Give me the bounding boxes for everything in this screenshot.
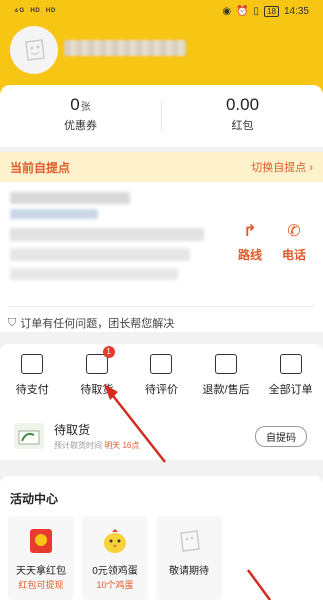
pickup-address-blurred — [10, 248, 190, 261]
tab-all-orders[interactable]: 全部订单 — [258, 354, 323, 397]
pickup-address-card: ↱ 路线 ✆ 电话 ⛉ 订单有任何问题，团长帮您解决 — [0, 182, 323, 332]
order-tabs: 待支付 1 待取货 待评价 退款/售后 全部订单 — [0, 344, 323, 397]
activity-free-eggs[interactable]: 0元领鸡蛋 10个鸡蛋 — [82, 516, 148, 600]
coupon-summary[interactable]: 0张 优惠券 — [0, 85, 161, 147]
tab-pending-review[interactable]: 待评价 — [129, 354, 194, 397]
pickup-point-bar: 当前自提点 切换自提点 › — [0, 152, 323, 182]
service-notice: ⛉ 订单有任何问题，团长帮您解决 — [8, 306, 315, 331]
clock-time: 14:35 — [283, 6, 309, 17]
activity-redpacket[interactable]: 天天拿红包 红包可提现 — [8, 516, 74, 600]
avatar-placeholder-icon — [25, 39, 45, 61]
orders-panel: 待支付 1 待取货 待评价 退款/售后 全部订单 待取货 预计取货时间 明天 1… — [0, 344, 323, 460]
current-pickup-title: 当前自提点 — [10, 160, 71, 175]
battery-icon: 18 — [264, 6, 279, 17]
activity-list: 天天拿红包 红包可提现 0元领鸡蛋 10个鸡蛋 敬请期待 — [8, 516, 222, 600]
pending-title: 待取货 — [54, 423, 91, 437]
redpacket-amount: 0.00 — [225, 95, 260, 114]
signal-indicators: ⁴ᴳ ᴴᴰ ᴴᴰ — [14, 6, 57, 16]
redpacket-summary[interactable]: 0.00 红包 — [162, 85, 323, 147]
activity-title: 活动中心 — [10, 492, 59, 506]
alarm-icon: ⏰ — [236, 6, 249, 17]
redpacket-icon — [24, 526, 58, 556]
refund-icon — [215, 354, 238, 374]
pickup-name-blurred — [10, 192, 130, 204]
pickup-address-blurred — [10, 228, 204, 241]
pickup-address-blurred — [10, 268, 178, 280]
route-arrow-icon: ↱ — [243, 223, 257, 240]
wallet-icon — [21, 354, 44, 374]
tab-pending-payment[interactable]: 待支付 — [0, 354, 65, 397]
chevron-right-icon: › — [309, 162, 313, 174]
box-icon — [85, 354, 108, 374]
status-right: ◉ ⏰ ▯ 18 14:35 — [222, 6, 309, 17]
chick-icon — [98, 526, 132, 556]
wallet-summary: 0张 优惠券 0.00 红包 — [0, 85, 323, 147]
activity-center: 活动中心 天天拿红包 红包可提现 0元领鸡蛋 10个鸡蛋 敬请期待 — [0, 476, 323, 600]
mute-icon: ▯ — [253, 6, 260, 17]
activity-coming-soon: 敬请期待 — [156, 516, 222, 600]
tab-pending-pickup[interactable]: 1 待取货 — [65, 346, 130, 397]
phone-icon: ✆ — [287, 223, 301, 240]
coupon-label: 优惠券 — [64, 120, 97, 132]
avatar[interactable] — [10, 26, 58, 74]
pickup-contact-blurred — [10, 209, 98, 219]
tab-refund[interactable]: 退款/售后 — [194, 354, 259, 397]
pending-pickup-card[interactable]: 待取货 预计取货时间 明天 16点 自提码 — [8, 420, 315, 452]
phone-button[interactable]: ✆ 电话 — [274, 222, 314, 263]
username-blurred — [64, 40, 186, 56]
status-bar: ⁴ᴳ ᴴᴰ ᴴᴰ ◉ ⏰ ▯ 18 14:35 — [0, 0, 323, 24]
notice-text: 订单有任何问题，团长帮您解决 — [20, 318, 175, 330]
comment-icon — [150, 354, 173, 374]
coupon-unit: 张 — [80, 102, 91, 113]
eye-icon: ◉ — [222, 6, 232, 17]
package-icon — [14, 423, 44, 449]
route-button[interactable]: ↱ 路线 — [230, 222, 270, 263]
placeholder-icon — [172, 526, 206, 556]
redpacket-label: 红包 — [231, 120, 254, 132]
coupon-count: 0 — [70, 95, 80, 114]
switch-pickup-link[interactable]: 切换自提点 › — [251, 159, 313, 175]
pending-eta: 预计取货时间 明天 16点 — [54, 441, 140, 450]
shield-check-icon: ⛉ — [8, 316, 17, 329]
pickup-code-button[interactable]: 自提码 — [255, 425, 307, 447]
list-icon — [279, 354, 302, 374]
count-badge: 1 — [102, 346, 115, 358]
